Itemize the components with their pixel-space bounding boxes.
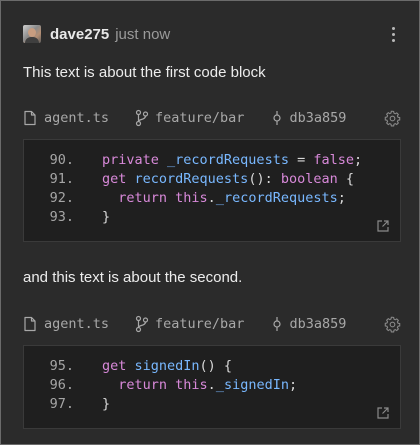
code-token: recordRequests — [134, 171, 249, 187]
git-branch-icon — [135, 315, 149, 333]
code-token: ; — [353, 152, 363, 168]
code-token: return — [102, 190, 176, 206]
line-number: 90. — [49, 152, 74, 168]
username[interactable]: dave275 — [50, 26, 109, 43]
code-token: = — [288, 152, 314, 168]
file-icon — [24, 316, 36, 332]
code-text: private _recordRequests = false; — [102, 151, 362, 170]
open-external-icon[interactable] — [376, 406, 390, 420]
code-token: get — [102, 358, 135, 374]
line-number: 91. — [49, 171, 74, 187]
line-number: 97. — [49, 396, 74, 412]
avatar[interactable] — [23, 25, 41, 43]
code-line: 97.} — [24, 395, 400, 414]
code-line: 90. private _recordRequests = false; — [24, 151, 400, 170]
code-token: _signedIn — [215, 377, 289, 393]
code-text: get signedIn() { — [102, 357, 232, 376]
open-external-icon[interactable] — [376, 219, 390, 233]
code-token: (): — [248, 171, 281, 187]
code-token: () { — [199, 358, 233, 374]
settings-button[interactable] — [384, 316, 401, 333]
commit-info[interactable]: db3a859 — [272, 110, 346, 126]
code-token: private — [102, 152, 168, 168]
comment-text-2: and this text is about the second. — [23, 269, 243, 286]
code-block-2-meta: agent.ts feature/bar db3a859 — [23, 313, 401, 335]
code-lines: 90. private _recordRequests = false; 91. ge… — [24, 151, 400, 227]
code-text: get recordRequests(): boolean { — [102, 170, 354, 189]
code-line: 93.} — [24, 208, 400, 227]
line-number: 95. — [49, 358, 74, 374]
code-token: boolean — [280, 171, 338, 187]
branch-info[interactable]: feature/bar — [135, 109, 244, 127]
code-token: _recordRequests — [167, 152, 289, 168]
file-name: agent.ts — [44, 316, 110, 332]
git-commit-icon — [273, 317, 282, 331]
code-text: } — [102, 208, 110, 227]
code-token: signedIn — [134, 358, 200, 374]
timestamp: just now — [115, 25, 171, 43]
commit-info[interactable]: db3a859 — [272, 316, 346, 332]
code-line: 95. get signedIn() { — [24, 357, 400, 376]
file-info[interactable]: agent.ts — [23, 110, 109, 126]
code-token: get — [102, 171, 135, 187]
file-name: agent.ts — [44, 110, 110, 126]
comment-header: dave275 just now — [23, 23, 401, 45]
gear-icon — [384, 316, 401, 332]
file-info[interactable]: agent.ts — [23, 316, 109, 332]
code-token: this — [175, 377, 208, 393]
branch-name: feature/bar — [155, 316, 245, 332]
gear-icon — [384, 110, 401, 126]
commit-hash: db3a859 — [289, 316, 347, 332]
file-icon — [24, 110, 36, 126]
code-lines: 95. get signedIn() {96. return this._sign… — [24, 357, 400, 414]
code-block-1: 90. private _recordRequests = false; 91. ge… — [23, 139, 401, 242]
code-token: { — [337, 171, 354, 187]
git-branch-icon — [135, 109, 149, 127]
code-line: 91. get recordRequests(): boolean { — [24, 170, 400, 189]
code-block-1-meta: agent.ts feature/bar db3a859 — [23, 107, 401, 129]
code-text: } — [102, 395, 110, 414]
code-token: this — [175, 190, 208, 206]
code-text: return this._signedIn; — [102, 376, 297, 395]
comment-text-1: This text is about the first code block — [23, 64, 266, 81]
line-number: 92. — [49, 190, 74, 206]
comment-card: dave275 just now This text is about the … — [0, 0, 420, 445]
branch-name: feature/bar — [155, 110, 245, 126]
code-token: return — [102, 377, 176, 393]
code-block-2: 95. get signedIn() {96. return this._sign… — [23, 345, 401, 429]
code-token: _recordRequests — [215, 190, 338, 206]
code-text: return this._recordRequests; — [102, 189, 346, 208]
code-line: 92. return this._recordRequests; — [24, 189, 400, 208]
code-token: } — [102, 209, 111, 225]
code-token: . — [207, 190, 216, 206]
code-line: 96. return this._signedIn; — [24, 376, 400, 395]
settings-button[interactable] — [384, 110, 401, 127]
code-token: . — [207, 377, 216, 393]
code-token: false — [313, 152, 354, 168]
kebab-menu-icon[interactable] — [385, 24, 401, 44]
git-commit-icon — [273, 111, 282, 125]
commit-hash: db3a859 — [289, 110, 347, 126]
branch-info[interactable]: feature/bar — [135, 315, 244, 333]
code-token: ; — [337, 190, 346, 206]
line-number: 96. — [49, 377, 74, 393]
code-token: ; — [288, 377, 298, 393]
line-number: 93. — [49, 209, 74, 225]
code-token: } — [102, 396, 111, 412]
